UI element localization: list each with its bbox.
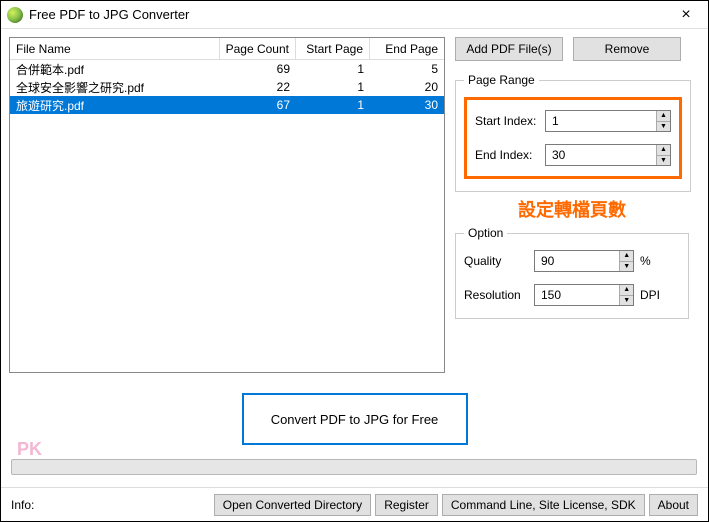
cell-pages: 69 — [220, 62, 296, 76]
spin-up-icon[interactable]: ▲ — [620, 251, 633, 262]
cell-end: 30 — [370, 98, 444, 112]
cell-pages: 67 — [220, 98, 296, 112]
table-row[interactable]: 旅遊研究.pdf 67 1 30 — [10, 96, 444, 114]
about-button[interactable]: About — [649, 494, 698, 516]
col-pagecount[interactable]: Page Count — [220, 38, 296, 59]
highlight-box: Start Index: ▲ ▼ End Index: ▲ — [464, 97, 682, 179]
col-filename[interactable]: File Name — [10, 38, 220, 59]
open-directory-button[interactable]: Open Converted Directory — [214, 494, 371, 516]
start-index-input[interactable] — [546, 111, 656, 131]
col-startpage[interactable]: Start Page — [296, 38, 370, 59]
register-button[interactable]: Register — [375, 494, 438, 516]
footer: Info: Open Converted Directory Register … — [1, 487, 708, 521]
option-group: Option Quality ▲ ▼ % Resolution ▲ — [455, 226, 689, 319]
cell-filename: 全球安全影響之研究.pdf — [10, 79, 220, 96]
convert-button[interactable]: Convert PDF to JPG for Free — [242, 393, 468, 445]
cell-pages: 22 — [220, 80, 296, 94]
col-endpage[interactable]: End Page — [370, 38, 444, 59]
quality-spinner[interactable]: ▲ ▼ — [534, 250, 634, 272]
resolution-label: Resolution — [464, 288, 534, 302]
table-row[interactable]: 全球安全影響之研究.pdf 22 1 20 — [10, 78, 444, 96]
spin-down-icon[interactable]: ▼ — [620, 296, 633, 306]
cell-end: 5 — [370, 62, 444, 76]
app-icon — [7, 7, 23, 23]
info-label: Info: — [11, 498, 210, 512]
page-range-group: Page Range Start Index: ▲ ▼ End Index: — [455, 73, 691, 192]
page-range-legend: Page Range — [464, 73, 539, 87]
resolution-suffix: DPI — [640, 288, 660, 302]
cmdline-button[interactable]: Command Line, Site License, SDK — [442, 494, 645, 516]
start-index-spinner[interactable]: ▲ ▼ — [545, 110, 671, 132]
progress-bar — [11, 459, 697, 475]
spin-down-icon[interactable]: ▼ — [657, 156, 670, 166]
cell-end: 20 — [370, 80, 444, 94]
close-icon[interactable]: × — [670, 4, 702, 26]
end-index-label: End Index: — [475, 148, 545, 162]
spin-up-icon[interactable]: ▲ — [620, 285, 633, 296]
cell-start: 1 — [296, 98, 370, 112]
end-index-spinner[interactable]: ▲ ▼ — [545, 144, 671, 166]
spin-down-icon[interactable]: ▼ — [620, 262, 633, 272]
option-legend: Option — [464, 226, 507, 240]
window-title: Free PDF to JPG Converter — [29, 7, 670, 22]
table-row[interactable]: 合併範本.pdf 69 1 5 — [10, 60, 444, 78]
cell-filename: 合併範本.pdf — [10, 61, 220, 78]
spin-down-icon[interactable]: ▼ — [657, 122, 670, 132]
cell-start: 1 — [296, 62, 370, 76]
end-index-input[interactable] — [546, 145, 656, 165]
spin-up-icon[interactable]: ▲ — [657, 111, 670, 122]
quality-input[interactable] — [535, 251, 619, 271]
quality-label: Quality — [464, 254, 534, 268]
remove-button[interactable]: Remove — [573, 37, 681, 61]
add-pdf-button[interactable]: Add PDF File(s) — [455, 37, 563, 61]
quality-suffix: % — [640, 254, 651, 268]
cell-filename: 旅遊研究.pdf — [10, 97, 220, 114]
resolution-input[interactable] — [535, 285, 619, 305]
watermark: PK — [17, 439, 42, 460]
file-list-header[interactable]: File Name Page Count Start Page End Page — [10, 38, 444, 60]
annotation-text: 設定轉檔頁數 — [455, 196, 689, 222]
file-list[interactable]: File Name Page Count Start Page End Page… — [9, 37, 445, 373]
start-index-label: Start Index: — [475, 114, 545, 128]
cell-start: 1 — [296, 80, 370, 94]
titlebar: Free PDF to JPG Converter × — [1, 1, 708, 29]
spin-up-icon[interactable]: ▲ — [657, 145, 670, 156]
resolution-spinner[interactable]: ▲ ▼ — [534, 284, 634, 306]
